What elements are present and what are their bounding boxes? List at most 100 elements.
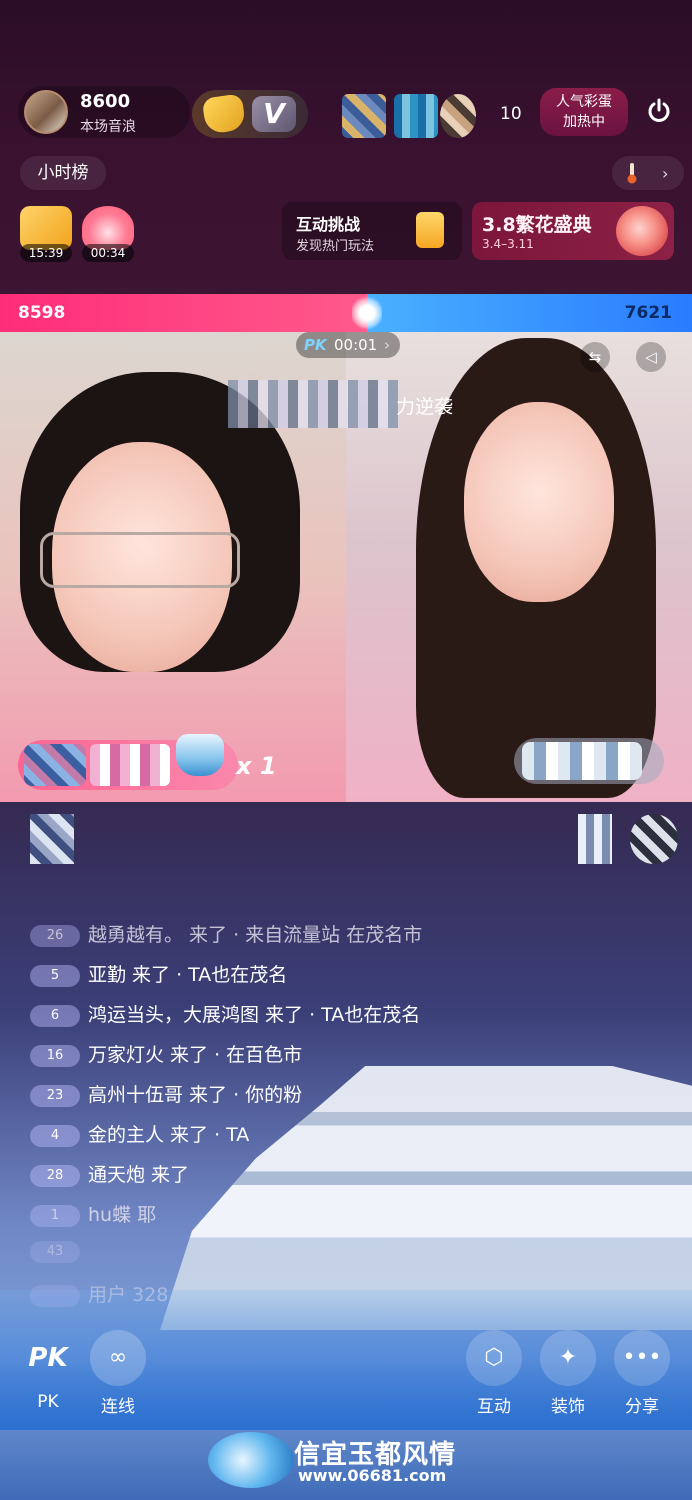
gift-timer: 00:34 (82, 244, 134, 262)
share-button[interactable]: ••• 分享 (610, 1330, 674, 1420)
link-label: 连线 (101, 1397, 135, 1417)
chat-message: 4 金的主人 来了 · TA (30, 1120, 249, 1150)
chat-message: 用户 328 (30, 1280, 168, 1310)
level-badge: 23 (30, 1084, 80, 1107)
level-badge: 5 (30, 964, 80, 987)
event-date: 3.4–3.11 (482, 237, 534, 251)
pk-timer[interactable]: PK 00:01 › (296, 332, 400, 358)
gift-timer: 15:39 (20, 244, 72, 262)
chat-text: 鸿运当头，大展鸿图 来了 · TA也在茂名 (88, 1004, 421, 1026)
magic-wand-icon: ✦ (540, 1330, 596, 1386)
switch-camera-icon[interactable]: ⇆ (580, 342, 610, 372)
vip-v-icon: V (252, 96, 296, 132)
pk-left-score: 8598 (18, 303, 66, 323)
pk-score-bar: 8598 7621 (0, 294, 692, 332)
decorate-label: 装饰 (551, 1397, 585, 1417)
yacht-gift-icon (176, 734, 224, 776)
challenge-subtitle: 发现热门玩法 (296, 239, 375, 254)
level-badge: 4 (30, 1124, 80, 1147)
event-banner[interactable]: 3.8繁花盛典 3.4–3.11 (472, 202, 674, 260)
pixelated-avatar[interactable] (578, 814, 612, 864)
chat-message: 5 亚勤 来了 · TA也在茂名 (30, 960, 287, 990)
pk-banner-text: 力逆袭 (396, 396, 454, 418)
pk-label: PK (37, 1392, 59, 1412)
chat-text: hu蝶 耶 (88, 1204, 157, 1226)
chat-message: 1 hu蝶 耶 (30, 1200, 156, 1230)
interact-label: 互动 (477, 1397, 511, 1417)
challenge-icon (416, 212, 444, 248)
pixelated-banner (228, 380, 398, 428)
gift-count: x 1 (236, 752, 277, 780)
event-title: 3.8繁花盛典 (482, 214, 592, 236)
chat-text: 用户 328 (88, 1284, 169, 1306)
level-badge: 28 (30, 1164, 80, 1187)
level-badge: 16 (30, 1044, 80, 1067)
pixelated-avatar[interactable] (30, 814, 74, 864)
cloud-logo-icon (208, 1432, 294, 1488)
more-dots-icon: ••• (614, 1330, 670, 1386)
pk-divider-glow (352, 294, 382, 332)
pixelated-name (522, 742, 642, 780)
viewer-avatar[interactable] (394, 94, 438, 138)
watermark-url: www.06681.com (298, 1466, 447, 1485)
heart-icon (201, 93, 247, 135)
heat-button[interactable]: › (612, 156, 684, 190)
chat-text: 亚勤 来了 · TA也在茂名 (88, 964, 288, 986)
glasses-shape (40, 532, 240, 588)
pk-right-score: 7621 (624, 303, 672, 323)
chat-text: 高州十伍哥 来了 · 你的粉 (88, 1084, 303, 1106)
site-watermark: 信宜玉都风情 www.06681.com (208, 1432, 488, 1488)
link-button[interactable]: ∞ 连线 (86, 1330, 150, 1420)
share-label: 分享 (625, 1397, 659, 1417)
fan-club-badges[interactable]: V (192, 90, 308, 138)
gift-timer-item[interactable]: 00:34 (80, 206, 136, 264)
interact-icon: ⬡ (466, 1330, 522, 1386)
challenge-title: 互动挑战 (296, 215, 361, 234)
interactive-challenge-card[interactable]: 互动挑战 发现热门玩法 (282, 202, 462, 260)
chevron-right-icon: › (662, 164, 669, 183)
chat-message: 16 万家灯火 来了 · 在百色市 (30, 1040, 302, 1070)
viewer-count[interactable]: 10 (500, 104, 522, 124)
pixelated-avatar (24, 744, 86, 786)
thermometer-icon (627, 163, 637, 184)
level-badge (30, 1284, 80, 1307)
hourly-rank-button[interactable]: 小时榜 (20, 156, 106, 190)
chat-text: 金的主人 来了 · TA (88, 1124, 250, 1146)
left-gift-contributors[interactable] (18, 734, 238, 790)
chat-text: 万家灯火 来了 · 在百色市 (88, 1044, 303, 1066)
pk-icon: PK (28, 1343, 68, 1373)
level-badge: 1 (30, 1204, 80, 1227)
decorate-button[interactable]: ✦ 装饰 (536, 1330, 600, 1420)
power-icon[interactable] (644, 96, 674, 126)
chat-message: 26 越勇越有。 来了 · 来自流量站 在茂名市 (30, 920, 422, 950)
face-shape (464, 402, 614, 602)
pixelated-avatar[interactable] (630, 814, 678, 864)
chat-text: 越勇越有。 来了 · 来自流量站 在茂名市 (88, 924, 423, 946)
chat-message: 6 鸿运当头，大展鸿图 来了 · TA也在茂名 (30, 1000, 420, 1030)
speaker-icon[interactable]: ◁ (636, 342, 666, 372)
popularity-line2: 加热中 (563, 114, 605, 130)
chat-text: 通天炮 来了 (88, 1164, 190, 1186)
gift-timer-item[interactable]: 15:39 (18, 206, 74, 264)
host-avatar[interactable] (24, 90, 68, 134)
level-badge: 43 (30, 1240, 80, 1263)
pk-button[interactable]: PK PK (16, 1330, 80, 1420)
pk-time: 00:01 (334, 336, 378, 354)
level-badge: 26 (30, 924, 80, 947)
host-score-label: 本场音浪 (80, 119, 136, 135)
interact-button[interactable]: ⬡ 互动 (462, 1330, 526, 1420)
level-badge: 6 (30, 1004, 80, 1027)
viewer-avatar[interactable] (342, 94, 386, 138)
chevron-right-icon: › (384, 336, 390, 354)
popularity-line1: 人气彩蛋 (556, 94, 612, 110)
popularity-button[interactable]: 人气彩蛋 加热中 (540, 88, 628, 136)
chat-message: 28 通天炮 来了 (30, 1160, 189, 1190)
rose-icon (616, 206, 668, 256)
host-info[interactable]: 8600 本场音浪 (18, 86, 190, 138)
viewer-avatar[interactable] (440, 94, 476, 138)
chat-message: 23 高州十伍哥 来了 · 你的粉 (30, 1080, 302, 1110)
pk-logo-icon: PK (304, 336, 327, 354)
chat-message: 43 (30, 1240, 88, 1270)
right-gift-contributors[interactable] (514, 738, 664, 784)
host-score: 8600 (80, 91, 131, 112)
